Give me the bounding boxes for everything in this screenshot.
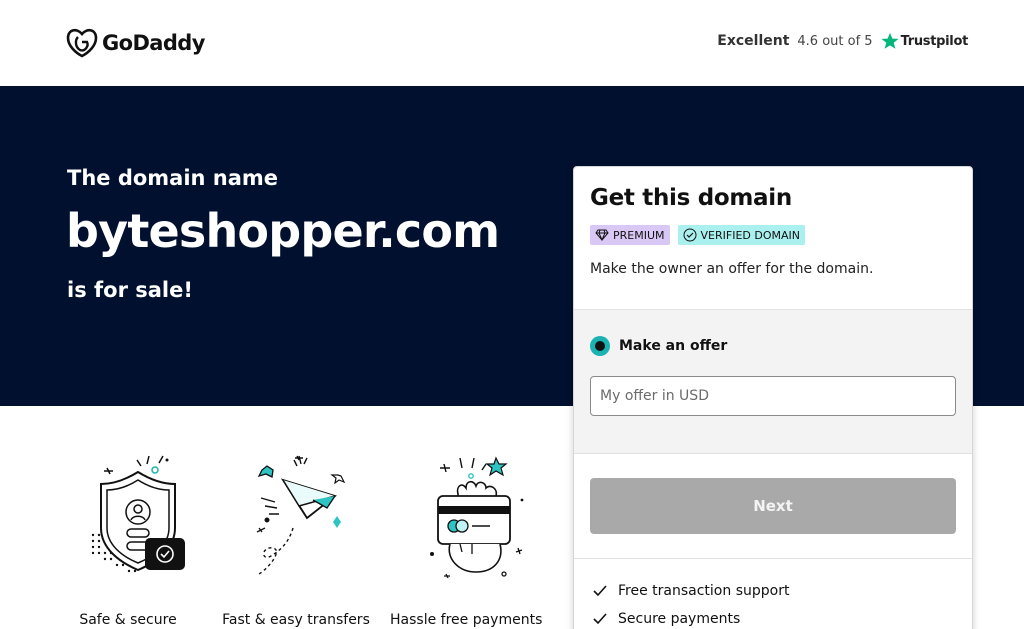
godaddy-logo[interactable]: GoDaddy bbox=[66, 28, 205, 58]
site-header: GoDaddy Excellent 4.6 out of 5 Trustpilo… bbox=[0, 0, 1024, 86]
benefit-label: Free transaction support bbox=[618, 583, 790, 599]
feature-label: Safe & secure bbox=[79, 612, 177, 628]
hero-for-sale: is for sale! bbox=[67, 278, 193, 302]
check-circle-icon bbox=[683, 228, 697, 242]
hero-intro: The domain name bbox=[67, 166, 279, 190]
domain-name: byteshopper.com bbox=[66, 204, 500, 258]
checkmark-icon bbox=[593, 585, 607, 597]
godaddy-logo-icon bbox=[66, 28, 98, 58]
diamond-icon bbox=[595, 229, 609, 242]
badge-row: PREMIUM VERIFIED DOMAIN bbox=[590, 225, 956, 245]
verified-badge-label: VERIFIED DOMAIN bbox=[700, 228, 800, 242]
hand-card-icon bbox=[430, 456, 524, 579]
benefit-item: Free transaction support bbox=[592, 583, 789, 599]
shield-icon bbox=[91, 455, 185, 573]
logo-wordmark: GoDaddy bbox=[102, 31, 205, 55]
verified-badge: VERIFIED DOMAIN bbox=[677, 225, 805, 245]
premium-badge: PREMIUM bbox=[590, 225, 670, 245]
feature-label: Fast & easy transfers bbox=[222, 612, 370, 628]
offer-section: Make an offer bbox=[574, 309, 972, 454]
card-header: Get this domain PREMIUM VERIFIED DOMAIN … bbox=[574, 167, 972, 309]
next-button[interactable]: Next bbox=[590, 478, 956, 534]
make-offer-option[interactable]: Make an offer bbox=[590, 336, 727, 356]
trustpilot-star-icon bbox=[881, 32, 899, 49]
feature-hassle-free-payments: Hassle free payments bbox=[390, 450, 542, 628]
feature-fast-transfers: Fast & easy transfers bbox=[221, 450, 371, 628]
trustpilot-brand: Trustpilot bbox=[900, 33, 969, 49]
get-domain-card: Get this domain PREMIUM VERIFIED DOMAIN … bbox=[573, 166, 973, 629]
trustpilot-rating[interactable]: Excellent 4.6 out of 5 Trustpilot bbox=[717, 32, 968, 50]
offer-amount-input[interactable] bbox=[590, 376, 956, 416]
trustpilot-score: 4.6 out of 5 bbox=[797, 33, 873, 49]
benefit-item: Secure payments bbox=[592, 611, 740, 627]
feature-safe-secure: Safe & secure bbox=[53, 450, 203, 628]
trustpilot-rating-word: Excellent bbox=[717, 33, 790, 49]
benefit-label: Secure payments bbox=[618, 611, 741, 627]
feature-label: Hassle free payments bbox=[390, 612, 543, 628]
make-offer-radio[interactable] bbox=[590, 336, 610, 356]
card-description: Make the owner an offer for the domain. bbox=[590, 261, 874, 277]
card-title: Get this domain bbox=[590, 185, 792, 211]
paper-plane-icon bbox=[256, 455, 346, 575]
make-offer-label: Make an offer bbox=[619, 338, 728, 354]
checkmark-icon bbox=[593, 613, 607, 625]
card-divider bbox=[574, 558, 972, 559]
premium-badge-label: PREMIUM bbox=[613, 228, 665, 242]
